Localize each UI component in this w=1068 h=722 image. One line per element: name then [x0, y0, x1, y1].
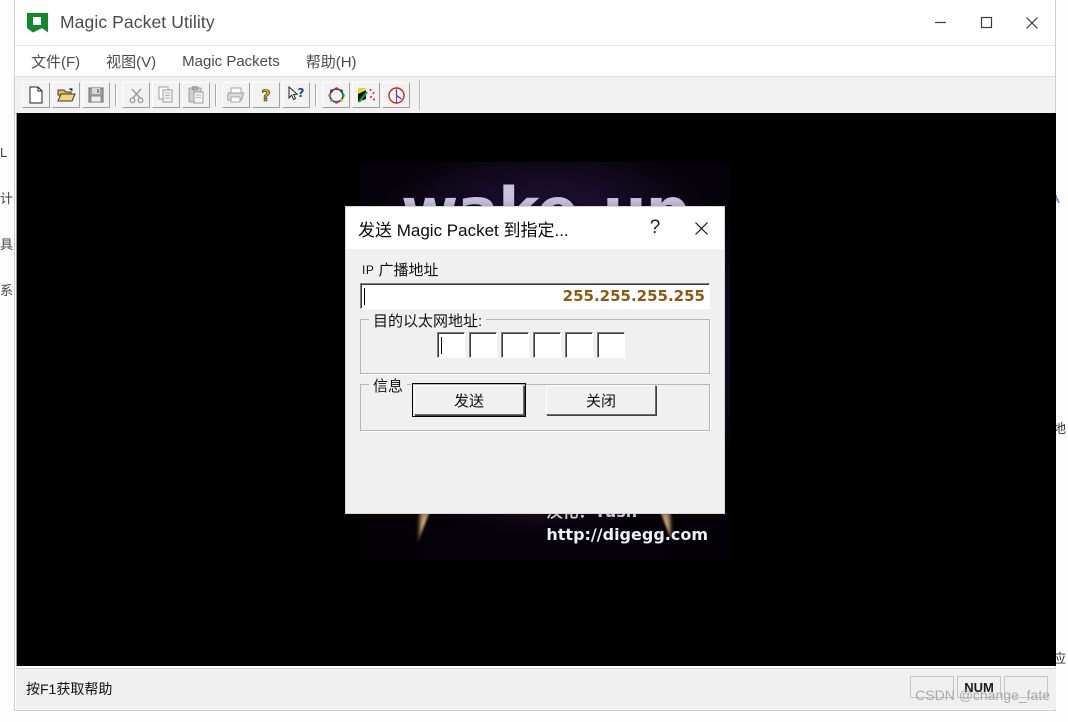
toolbar-separator: [211, 82, 221, 108]
bg-left-fragment: L: [0, 130, 14, 176]
cut-scissors-icon[interactable]: [122, 82, 150, 108]
clock-red-icon[interactable]: [382, 82, 410, 108]
ip-broadcast-label: IP 广播地址: [362, 259, 710, 280]
dialog-close-action-button[interactable]: 关闭: [546, 385, 656, 415]
dialog-close-button[interactable]: [678, 207, 724, 249]
splash-floor: [360, 560, 730, 602]
dialog-help-button[interactable]: ?: [632, 207, 678, 249]
ip-broadcast-input[interactable]: 255.255.255.255: [360, 283, 710, 309]
status-pane-num: NUM: [957, 676, 1001, 698]
mac-octet-row: [437, 332, 625, 358]
ring-colors-icon[interactable]: [322, 82, 350, 108]
window-controls: [917, 0, 1055, 45]
status-hint: 按F1获取帮助: [26, 679, 112, 699]
new-file-icon[interactable]: [22, 82, 50, 108]
mac-octet-input-5[interactable]: [565, 332, 593, 358]
mac-octet-input-3[interactable]: [501, 332, 529, 358]
save-disk-icon[interactable]: [82, 82, 110, 108]
statusbar: 按F1获取帮助 NUM CSDN @change_fate: [16, 668, 1056, 709]
ip-label-text: 广播地址: [379, 262, 439, 279]
toolbar-separator: [311, 82, 321, 108]
magic-packet-app-icon: [27, 12, 49, 34]
toolbar-separator: [111, 82, 121, 108]
mac-octet-input-2[interactable]: [469, 332, 497, 358]
print-icon[interactable]: [222, 82, 250, 108]
menu-file[interactable]: 文件(F): [29, 49, 82, 74]
menu-view[interactable]: 视图(V): [104, 49, 158, 74]
status-indicator-panes: NUM: [910, 676, 1048, 698]
toolbar: ? ?: [15, 77, 1055, 114]
ip-label-prefix: IP: [362, 263, 374, 277]
window-titlebar[interactable]: Magic Packet Utility: [15, 0, 1055, 45]
bg-left-fragment: 系: [0, 268, 14, 314]
mac-octet-input-6[interactable]: [597, 332, 625, 358]
dialog-body: IP 广播地址 255.255.255.255 目的以太网地址:: [346, 259, 724, 431]
bg-left-fragment: 具: [0, 222, 14, 268]
svg-text:?: ?: [297, 86, 304, 100]
copy-icon[interactable]: [152, 82, 180, 108]
close-button[interactable]: [1009, 0, 1055, 45]
mac-octet-input-4[interactable]: [533, 332, 561, 358]
menu-magic-packets[interactable]: Magic Packets: [180, 51, 282, 72]
dialog-title: 发送 Magic Packet 到指定...: [358, 216, 569, 241]
status-pane-caps: [910, 676, 954, 698]
mac-group-label: 目的以太网地址:: [369, 310, 486, 331]
mac-octet-input-1[interactable]: [437, 332, 465, 358]
dialog-controls: ?: [632, 207, 724, 249]
background-left-text: L 计， 具 系: [0, 130, 14, 314]
menu-help[interactable]: 帮助(H): [304, 49, 359, 74]
minimize-button[interactable]: [917, 0, 963, 45]
menubar: 文件(F) 视图(V) Magic Packets 帮助(H): [15, 45, 1055, 77]
destination-ethernet-address-group: 目的以太网地址:: [360, 319, 710, 374]
screen-root: L 计， 具 系 s 0:A 三 ' '.C 端 号地 却 on 可 来 的应 …: [0, 0, 1068, 722]
bg-left-fragment: 计，: [0, 176, 14, 222]
text-caret: [441, 337, 442, 354]
dialog-button-row: 发送 关闭: [346, 385, 724, 415]
magic-wand-icon[interactable]: [352, 82, 380, 108]
paste-clipboard-icon[interactable]: [182, 82, 210, 108]
send-magic-packet-dialog: 发送 Magic Packet 到指定... ? IP 广播地址 255.255…: [345, 206, 725, 514]
about-question-icon[interactable]: ?: [252, 82, 280, 108]
ip-broadcast-value: 255.255.255.255: [563, 287, 705, 305]
context-help-arrow-icon[interactable]: ?: [282, 82, 310, 108]
text-caret: [364, 288, 365, 305]
splash-credit-url: http://digegg.com: [546, 523, 708, 546]
svg-text:?: ?: [261, 86, 270, 104]
send-button[interactable]: 发送: [414, 385, 524, 415]
window-title: Magic Packet Utility: [60, 12, 215, 33]
toolbar-end-divider: [419, 80, 421, 110]
maximize-button[interactable]: [963, 0, 1009, 45]
open-folder-icon[interactable]: [52, 82, 80, 108]
status-pane-scrl: [1004, 676, 1048, 698]
dialog-titlebar[interactable]: 发送 Magic Packet 到指定... ?: [346, 207, 724, 249]
